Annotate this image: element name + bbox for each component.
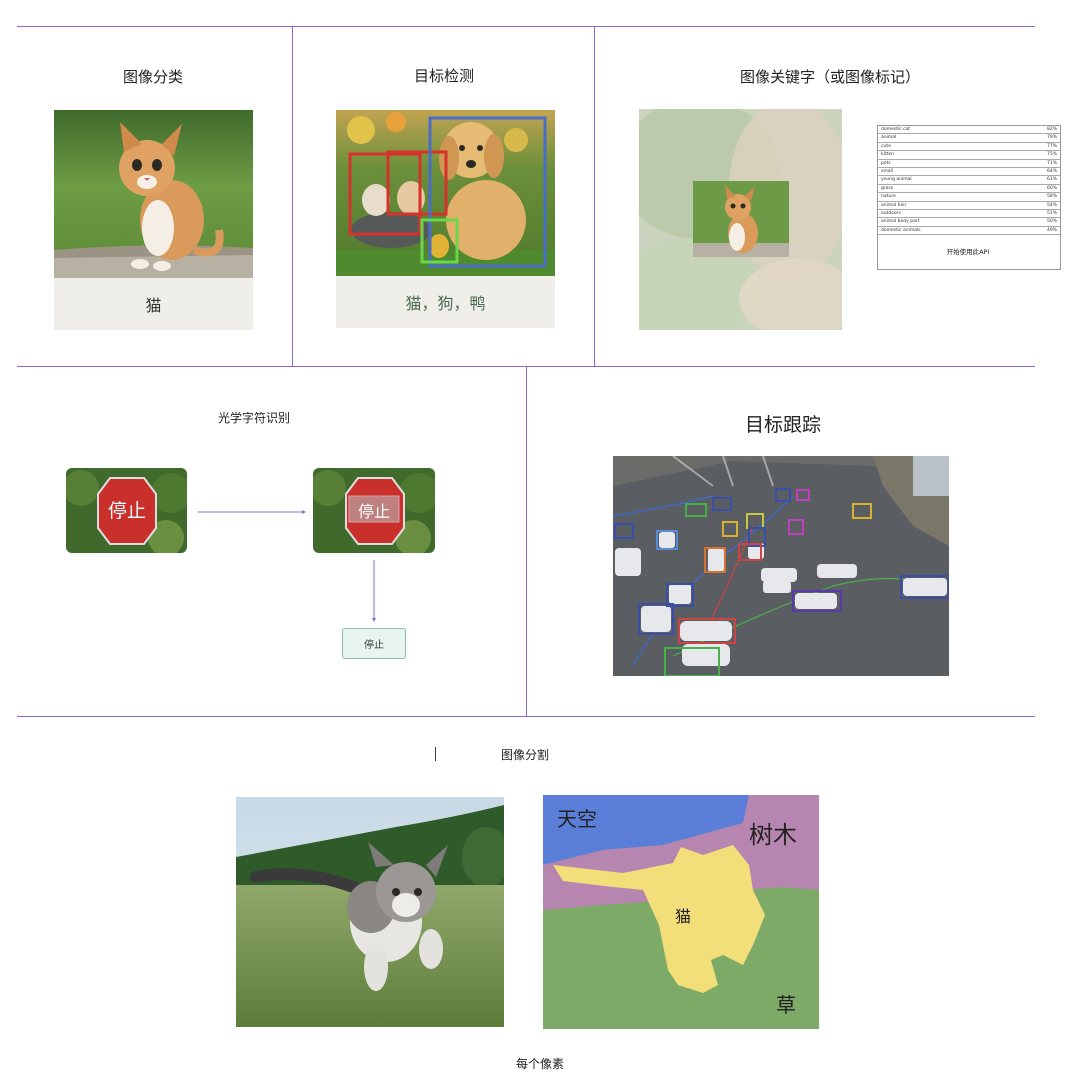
tracking-title: 目标跟踪 (744, 414, 821, 436)
divider-v1 (292, 26, 293, 366)
segmentation-label-trees: 树木 (749, 821, 797, 849)
divider-row2 (17, 716, 1035, 717)
segmentation-title: 图像分割 (500, 748, 549, 762)
keywords-row: domestic animals 49% (878, 227, 1060, 236)
segmentation-label-sky: 天空 (557, 807, 597, 831)
ocr-detected-image: 停止 (313, 468, 435, 553)
keywords-row: pets 71% (878, 160, 1060, 168)
keywords-title: 图像关键字（或图像标记） (739, 68, 920, 86)
keywords-row: nature 58% (878, 193, 1060, 202)
keywords-row: animal body part 50% (878, 218, 1060, 227)
keywords-row: cute 77% (878, 143, 1060, 152)
keywords-row: young animal 61% (878, 176, 1060, 185)
classification-cat-image (54, 110, 253, 278)
keywords-row: domestic cat 82% (878, 126, 1060, 135)
classification-title: 图像分类 (122, 68, 183, 86)
segmentation-label-grass: 草 (776, 993, 796, 1017)
ocr-input-image: 停止 (66, 468, 187, 553)
divider-top (17, 26, 1035, 27)
segmentation-title-cursor (435, 747, 436, 761)
ocr-input-sign-text: 停止 (107, 500, 146, 522)
ocr-arrow-right (198, 510, 306, 514)
tracking-image (613, 456, 949, 676)
keywords-row: small 64% (878, 168, 1060, 177)
segmentation-mask: 天空 树木 猫 草 (543, 795, 819, 1029)
segmentation-caption: 每个像素 (515, 1057, 564, 1071)
classification-result: 猫 (54, 278, 253, 330)
keywords-row: animal 79% (878, 134, 1060, 143)
ocr-title: 光学字符识别 (217, 411, 290, 425)
detection-title: 目标检测 (413, 67, 474, 85)
segmentation-photo (236, 797, 504, 1027)
detection-result: 猫，狗，鸭 (336, 276, 555, 328)
keywords-row: grass 60% (878, 185, 1060, 194)
ocr-output-text: 停止 (342, 628, 406, 659)
keywords-row: kitten 75% (878, 151, 1060, 160)
detection-image (336, 110, 555, 276)
keywords-row: outdoors 51% (878, 210, 1060, 219)
ocr-arrow-down (372, 560, 376, 622)
keywords-image (639, 109, 842, 330)
segmentation-label-cat: 猫 (675, 907, 692, 926)
keywords-api-button[interactable]: 开始使用此API (877, 246, 1059, 256)
ocr-detected-sign-text: 停止 (357, 502, 390, 521)
keywords-row: animal hair 54% (878, 202, 1060, 210)
divider-v2 (594, 26, 595, 366)
divider-v3 (526, 366, 527, 716)
